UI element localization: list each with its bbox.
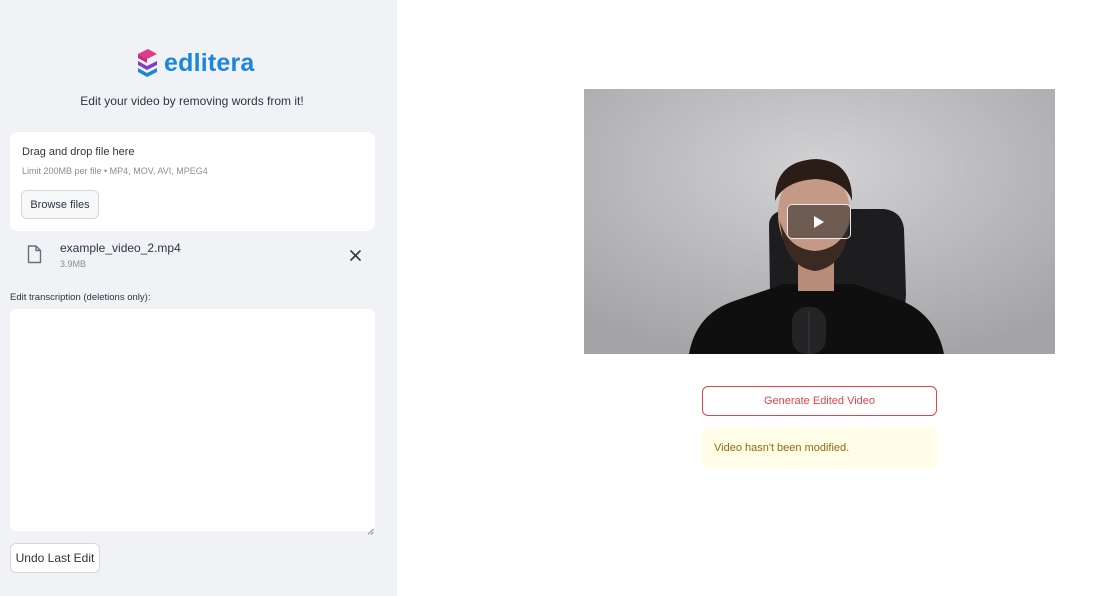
tagline: Edit your video by removing words from i…: [80, 94, 304, 108]
file-icon: [27, 245, 42, 269]
layered-logo-icon: [138, 48, 157, 77]
status-message: Video hasn't been modified.: [714, 442, 850, 454]
sidebar: edlitera Edit your video by removing wor…: [0, 0, 397, 596]
uploaded-file-size: 3.9MB: [60, 259, 87, 269]
close-icon[interactable]: [347, 247, 363, 263]
file-dropzone[interactable]: Drag and drop file here Limit 200MB per …: [10, 132, 375, 231]
brand-name: edlitera: [164, 49, 255, 77]
undo-last-edit-button[interactable]: Undo Last Edit: [10, 543, 100, 573]
resize-grip-icon[interactable]: [367, 522, 374, 540]
play-icon: [814, 215, 824, 228]
browse-files-button[interactable]: Browse files: [21, 190, 99, 219]
transcription-label: Edit transcription (deletions only):: [10, 292, 151, 303]
status-alert: Video hasn't been modified.: [702, 428, 937, 468]
dropzone-title: Drag and drop file here: [22, 146, 135, 158]
video-player[interactable]: [584, 89, 1055, 354]
app-root: edlitera Edit your video by removing wor…: [0, 0, 1103, 596]
play-button[interactable]: [787, 204, 851, 239]
transcription-textarea[interactable]: [10, 309, 375, 531]
dropzone-limit: Limit 200MB per file • MP4, MOV, AVI, MP…: [22, 166, 208, 176]
brand-logo: edlitera: [136, 46, 255, 80]
generate-edited-video-button[interactable]: Generate Edited Video: [702, 386, 937, 416]
uploaded-file-name: example_video_2.mp4: [60, 241, 181, 255]
uploaded-file-row: example_video_2.mp4 3.9MB: [10, 238, 375, 274]
